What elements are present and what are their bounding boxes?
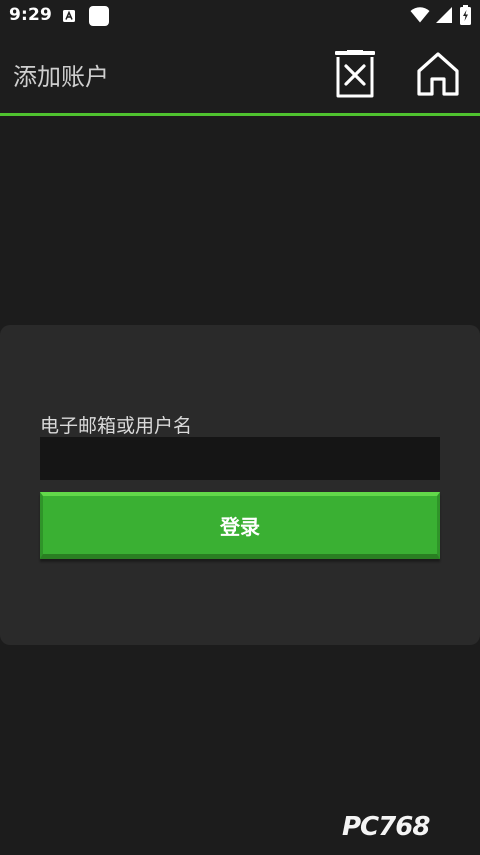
username-field[interactable] xyxy=(40,437,440,480)
page-title: 添加账户 xyxy=(13,63,109,91)
watermark-text: PC768 xyxy=(342,812,430,842)
app-square-icon xyxy=(89,6,109,26)
login-card: 电子邮箱或用户名 登录 xyxy=(0,325,480,645)
signal-icon xyxy=(436,7,452,23)
app-a-icon xyxy=(63,10,75,22)
home-icon xyxy=(417,52,459,96)
login-button-label: 登录 xyxy=(220,514,260,539)
delete-icon xyxy=(335,50,375,98)
battery-charging-icon xyxy=(460,5,471,25)
status-time: 9:29 xyxy=(9,5,53,25)
delete-button[interactable] xyxy=(334,50,376,98)
watermark-logo: PC768 xyxy=(342,812,472,846)
wifi-icon xyxy=(410,7,430,23)
app-bar: 添加账户 xyxy=(0,33,480,113)
home-button[interactable] xyxy=(416,51,460,97)
status-bar: 9:29 xyxy=(0,0,480,33)
screen: 9:29 添加账户 电子邮箱或用户名 登录 PC768 xyxy=(0,0,480,855)
login-button[interactable]: 登录 xyxy=(40,492,440,559)
username-field-label: 电子邮箱或用户名 xyxy=(40,415,193,437)
